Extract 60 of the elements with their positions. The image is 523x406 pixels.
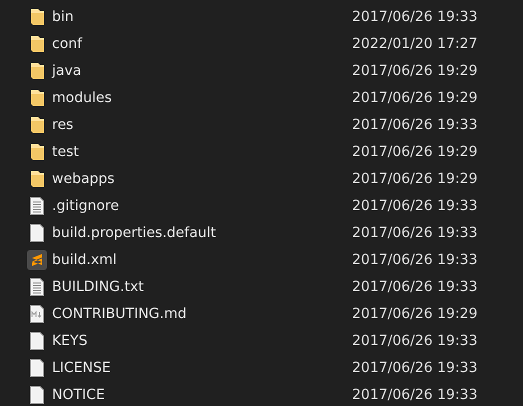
folder-icon	[30, 8, 44, 26]
file-row[interactable]: conf 2022/01/20 17:27	[0, 30, 523, 57]
folder-icon	[30, 142, 44, 160]
folder-icon	[30, 34, 44, 52]
modified-date: 2017/06/26 19:33	[352, 198, 478, 214]
sublime-file-icon	[27, 250, 47, 270]
file-name: NOTICE	[52, 386, 106, 402]
modified-date: 2017/06/26 19:33	[352, 252, 478, 268]
file-name: conf	[52, 36, 84, 52]
file-row[interactable]: KEYS 2017/06/26 19:33	[0, 327, 523, 354]
modified-date: 2017/06/26 19:33	[352, 386, 478, 402]
modified-date: 2017/06/26 19:29	[352, 90, 478, 106]
file-row[interactable]: BUILDING.txt 2017/06/26 19:33	[0, 273, 523, 300]
modified-date: 2017/06/26 19:33	[352, 8, 478, 24]
file-row[interactable]: NOTICE 2017/06/26 19:33	[0, 381, 523, 406]
folder-icon	[30, 116, 44, 134]
text-file-icon	[30, 278, 44, 296]
folder-icon	[30, 62, 44, 80]
file-row[interactable]: .gitignore 2017/06/26 19:33	[0, 192, 523, 219]
file-icon	[30, 386, 44, 404]
modified-date: 2022/01/20 17:27	[352, 36, 478, 52]
file-name: BUILDING.txt	[52, 278, 145, 294]
file-icon	[30, 332, 44, 350]
file-name: res	[52, 116, 74, 132]
modified-date: 2017/06/26 19:29	[352, 144, 478, 160]
file-row[interactable]: build.xml 2017/06/26 19:33	[0, 246, 523, 273]
file-icon	[30, 224, 44, 242]
file-name: bin	[52, 8, 75, 24]
modified-date: 2017/06/26 19:33	[352, 278, 478, 294]
text-file-icon	[30, 196, 44, 214]
modified-date: 2017/06/26 19:29	[352, 62, 478, 78]
folder-icon	[30, 170, 44, 188]
file-name: LICENSE	[52, 360, 112, 376]
file-row[interactable]: bin 2017/06/26 19:33	[0, 3, 523, 30]
file-name: KEYS	[52, 332, 88, 348]
modified-date: 2017/06/26 19:33	[352, 360, 478, 376]
file-row[interactable]: webapps 2017/06/26 19:29	[0, 165, 523, 192]
file-row[interactable]: build.properties.default 2017/06/26 19:33	[0, 219, 523, 246]
file-row[interactable]: LICENSE 2017/06/26 19:33	[0, 354, 523, 381]
file-row[interactable]: modules 2017/06/26 19:29	[0, 84, 523, 111]
modified-date: 2017/06/26 19:29	[352, 306, 478, 322]
file-name: build.xml	[52, 252, 118, 268]
file-name: webapps	[52, 170, 116, 186]
file-row[interactable]: test 2017/06/26 19:29	[0, 138, 523, 165]
modified-date: 2017/06/26 19:33	[352, 224, 478, 240]
folder-icon	[30, 88, 44, 106]
file-name: build.properties.default	[52, 224, 218, 240]
file-name: test	[52, 144, 80, 160]
file-row[interactable]: res 2017/06/26 19:33	[0, 111, 523, 138]
file-row[interactable]: java 2017/06/26 19:29	[0, 57, 523, 84]
modified-date: 2017/06/26 19:33	[352, 116, 478, 132]
modified-date: 2017/06/26 19:33	[352, 332, 478, 348]
modified-date: 2017/06/26 19:29	[352, 170, 478, 186]
file-name: .gitignore	[52, 198, 120, 214]
file-icon	[30, 358, 44, 376]
file-name: CONTRIBUTING.md	[52, 306, 188, 322]
file-row[interactable]: CONTRIBUTING.md 2017/06/26 19:29	[0, 300, 523, 327]
file-name: java	[52, 62, 82, 78]
file-name: modules	[52, 90, 113, 106]
markdown-file-icon	[30, 304, 44, 322]
